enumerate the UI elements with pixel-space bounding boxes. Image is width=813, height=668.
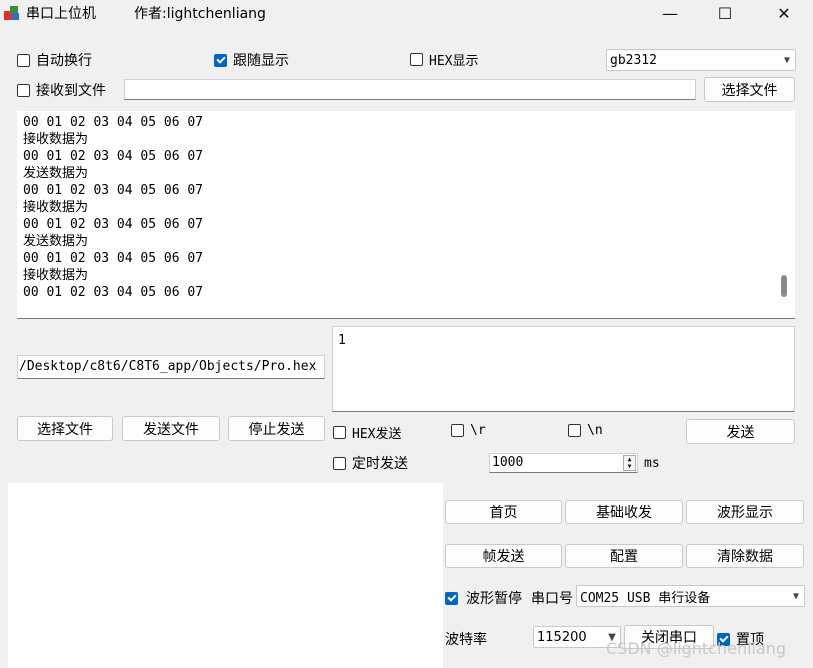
receive-scrollbar-thumb[interactable] bbox=[781, 275, 787, 297]
follow-display-checkbox[interactable]: 跟随显示 bbox=[214, 50, 289, 70]
interval-value: 1000 bbox=[492, 455, 524, 470]
waveform-canvas[interactable] bbox=[8, 483, 443, 668]
close-button[interactable]: ✕ bbox=[762, 0, 806, 26]
auto-wrap-checkbox[interactable]: 自动换行 bbox=[17, 50, 92, 70]
checkbox-box bbox=[17, 83, 30, 97]
home-button[interactable]: 首页 bbox=[445, 500, 562, 524]
lf-checkbox[interactable]: \n bbox=[568, 423, 603, 438]
wave-pause-label: 波形暂停 bbox=[466, 591, 522, 607]
hex-send-checkbox[interactable]: HEX发送 bbox=[333, 423, 401, 442]
wave-pause-checkbox[interactable]: 波形暂停 bbox=[445, 588, 522, 608]
receive-line: 00 01 02 03 04 05 06 07 bbox=[23, 251, 204, 266]
checkbox-box bbox=[214, 53, 227, 67]
minimize-icon: — bbox=[662, 3, 678, 23]
hex-send-label: HEX发送 bbox=[352, 427, 402, 442]
basic-io-button[interactable]: 基础收发 bbox=[565, 500, 683, 524]
receive-choose-file-button[interactable]: 选择文件 bbox=[704, 77, 795, 102]
send-textarea[interactable]: 1 bbox=[332, 326, 795, 412]
receive-line: 接收数据为 bbox=[23, 268, 89, 283]
timed-send-label: 定时发送 bbox=[352, 456, 408, 472]
checkbox-box bbox=[568, 424, 581, 437]
author-label: 作者:lightchenliang bbox=[134, 6, 266, 22]
send-choose-file-button[interactable]: 选择文件 bbox=[17, 416, 113, 441]
send-button[interactable]: 发送 bbox=[686, 419, 795, 444]
minimize-button[interactable]: — bbox=[648, 0, 692, 26]
title-bar: 串口上位机 作者:lightchenliang — ☐ ✕ bbox=[0, 0, 813, 26]
cr-checkbox[interactable]: \r bbox=[451, 423, 486, 438]
waveform-button[interactable]: 波形显示 bbox=[686, 500, 804, 524]
baud-label: 波特率 bbox=[445, 632, 487, 648]
close-icon: ✕ bbox=[777, 3, 791, 23]
maximize-button[interactable]: ☐ bbox=[703, 0, 747, 26]
cr-label: \r bbox=[470, 423, 486, 438]
send-file-button[interactable]: 发送文件 bbox=[122, 416, 220, 441]
receive-line: 00 01 02 03 04 05 06 07 bbox=[23, 115, 204, 130]
config-button[interactable]: 配置 bbox=[565, 544, 683, 568]
receive-lines: 00 01 02 03 04 05 06 07 接收数据为 00 01 02 03 … bbox=[23, 114, 203, 301]
receive-textarea[interactable]: 00 01 02 03 04 05 06 07 接收数据为 00 01 02 03 … bbox=[17, 111, 795, 319]
hex-display-label: HEX显示 bbox=[429, 54, 479, 69]
receive-line: 接收数据为 bbox=[23, 132, 89, 147]
receive-to-file-label: 接收到文件 bbox=[36, 83, 106, 99]
receive-line: 00 01 02 03 04 05 06 07 bbox=[23, 285, 204, 300]
port-select[interactable]: COM25 USB 串行设备 ▼ bbox=[576, 585, 805, 607]
encoding-select[interactable]: gb2312 ▼ bbox=[606, 49, 796, 71]
stop-send-button[interactable]: 停止发送 bbox=[228, 416, 325, 441]
checkbox-box bbox=[333, 426, 346, 439]
baud-value: 115200 bbox=[537, 629, 587, 645]
timed-send-checkbox[interactable]: 定时发送 bbox=[333, 453, 408, 473]
chevron-down-icon: ▼ bbox=[792, 590, 800, 602]
watermark: CSDN @lightchenliang bbox=[606, 639, 787, 658]
receive-line: 发送数据为 bbox=[23, 234, 89, 249]
checkbox-box bbox=[333, 456, 346, 470]
checkbox-box bbox=[410, 53, 423, 66]
receive-line: 接收数据为 bbox=[23, 200, 89, 215]
window-title: 串口上位机 bbox=[26, 6, 96, 22]
checkbox-box bbox=[445, 591, 458, 605]
hex-display-checkbox[interactable]: HEX显示 bbox=[410, 50, 478, 69]
port-label: 串口号 bbox=[531, 591, 573, 607]
app-icon bbox=[4, 5, 20, 21]
auto-wrap-label: 自动换行 bbox=[36, 53, 92, 69]
checkbox-box bbox=[17, 53, 30, 67]
chevron-down-icon: ▼ bbox=[783, 54, 791, 66]
receive-to-file-checkbox[interactable]: 接收到文件 bbox=[17, 80, 106, 100]
interval-spinbox[interactable]: 1000 ▲ ▼ bbox=[489, 453, 638, 473]
receive-line: 发送数据为 bbox=[23, 166, 89, 181]
follow-display-label: 跟随显示 bbox=[233, 53, 289, 69]
checkbox-box bbox=[451, 424, 464, 437]
send-file-path-input[interactable]: /Desktop/c8t6/C8T6_app/Objects/Pro.hex bbox=[17, 355, 325, 379]
encoding-value: gb2312 bbox=[610, 52, 657, 68]
receive-file-path-input[interactable] bbox=[124, 79, 696, 100]
spin-arrows-icon[interactable]: ▲ ▼ bbox=[623, 455, 636, 471]
interval-unit: ms bbox=[644, 456, 660, 471]
receive-line: 00 01 02 03 04 05 06 07 bbox=[23, 217, 204, 232]
frame-send-button[interactable]: 帧发送 bbox=[445, 544, 562, 568]
maximize-icon: ☐ bbox=[717, 3, 733, 23]
lf-label: \n bbox=[587, 423, 603, 438]
port-value: COM25 USB 串行设备 bbox=[580, 590, 711, 606]
receive-line: 00 01 02 03 04 05 06 07 bbox=[23, 183, 204, 198]
receive-line: 00 01 02 03 04 05 06 07 bbox=[23, 149, 204, 164]
clear-data-button[interactable]: 清除数据 bbox=[686, 544, 804, 568]
